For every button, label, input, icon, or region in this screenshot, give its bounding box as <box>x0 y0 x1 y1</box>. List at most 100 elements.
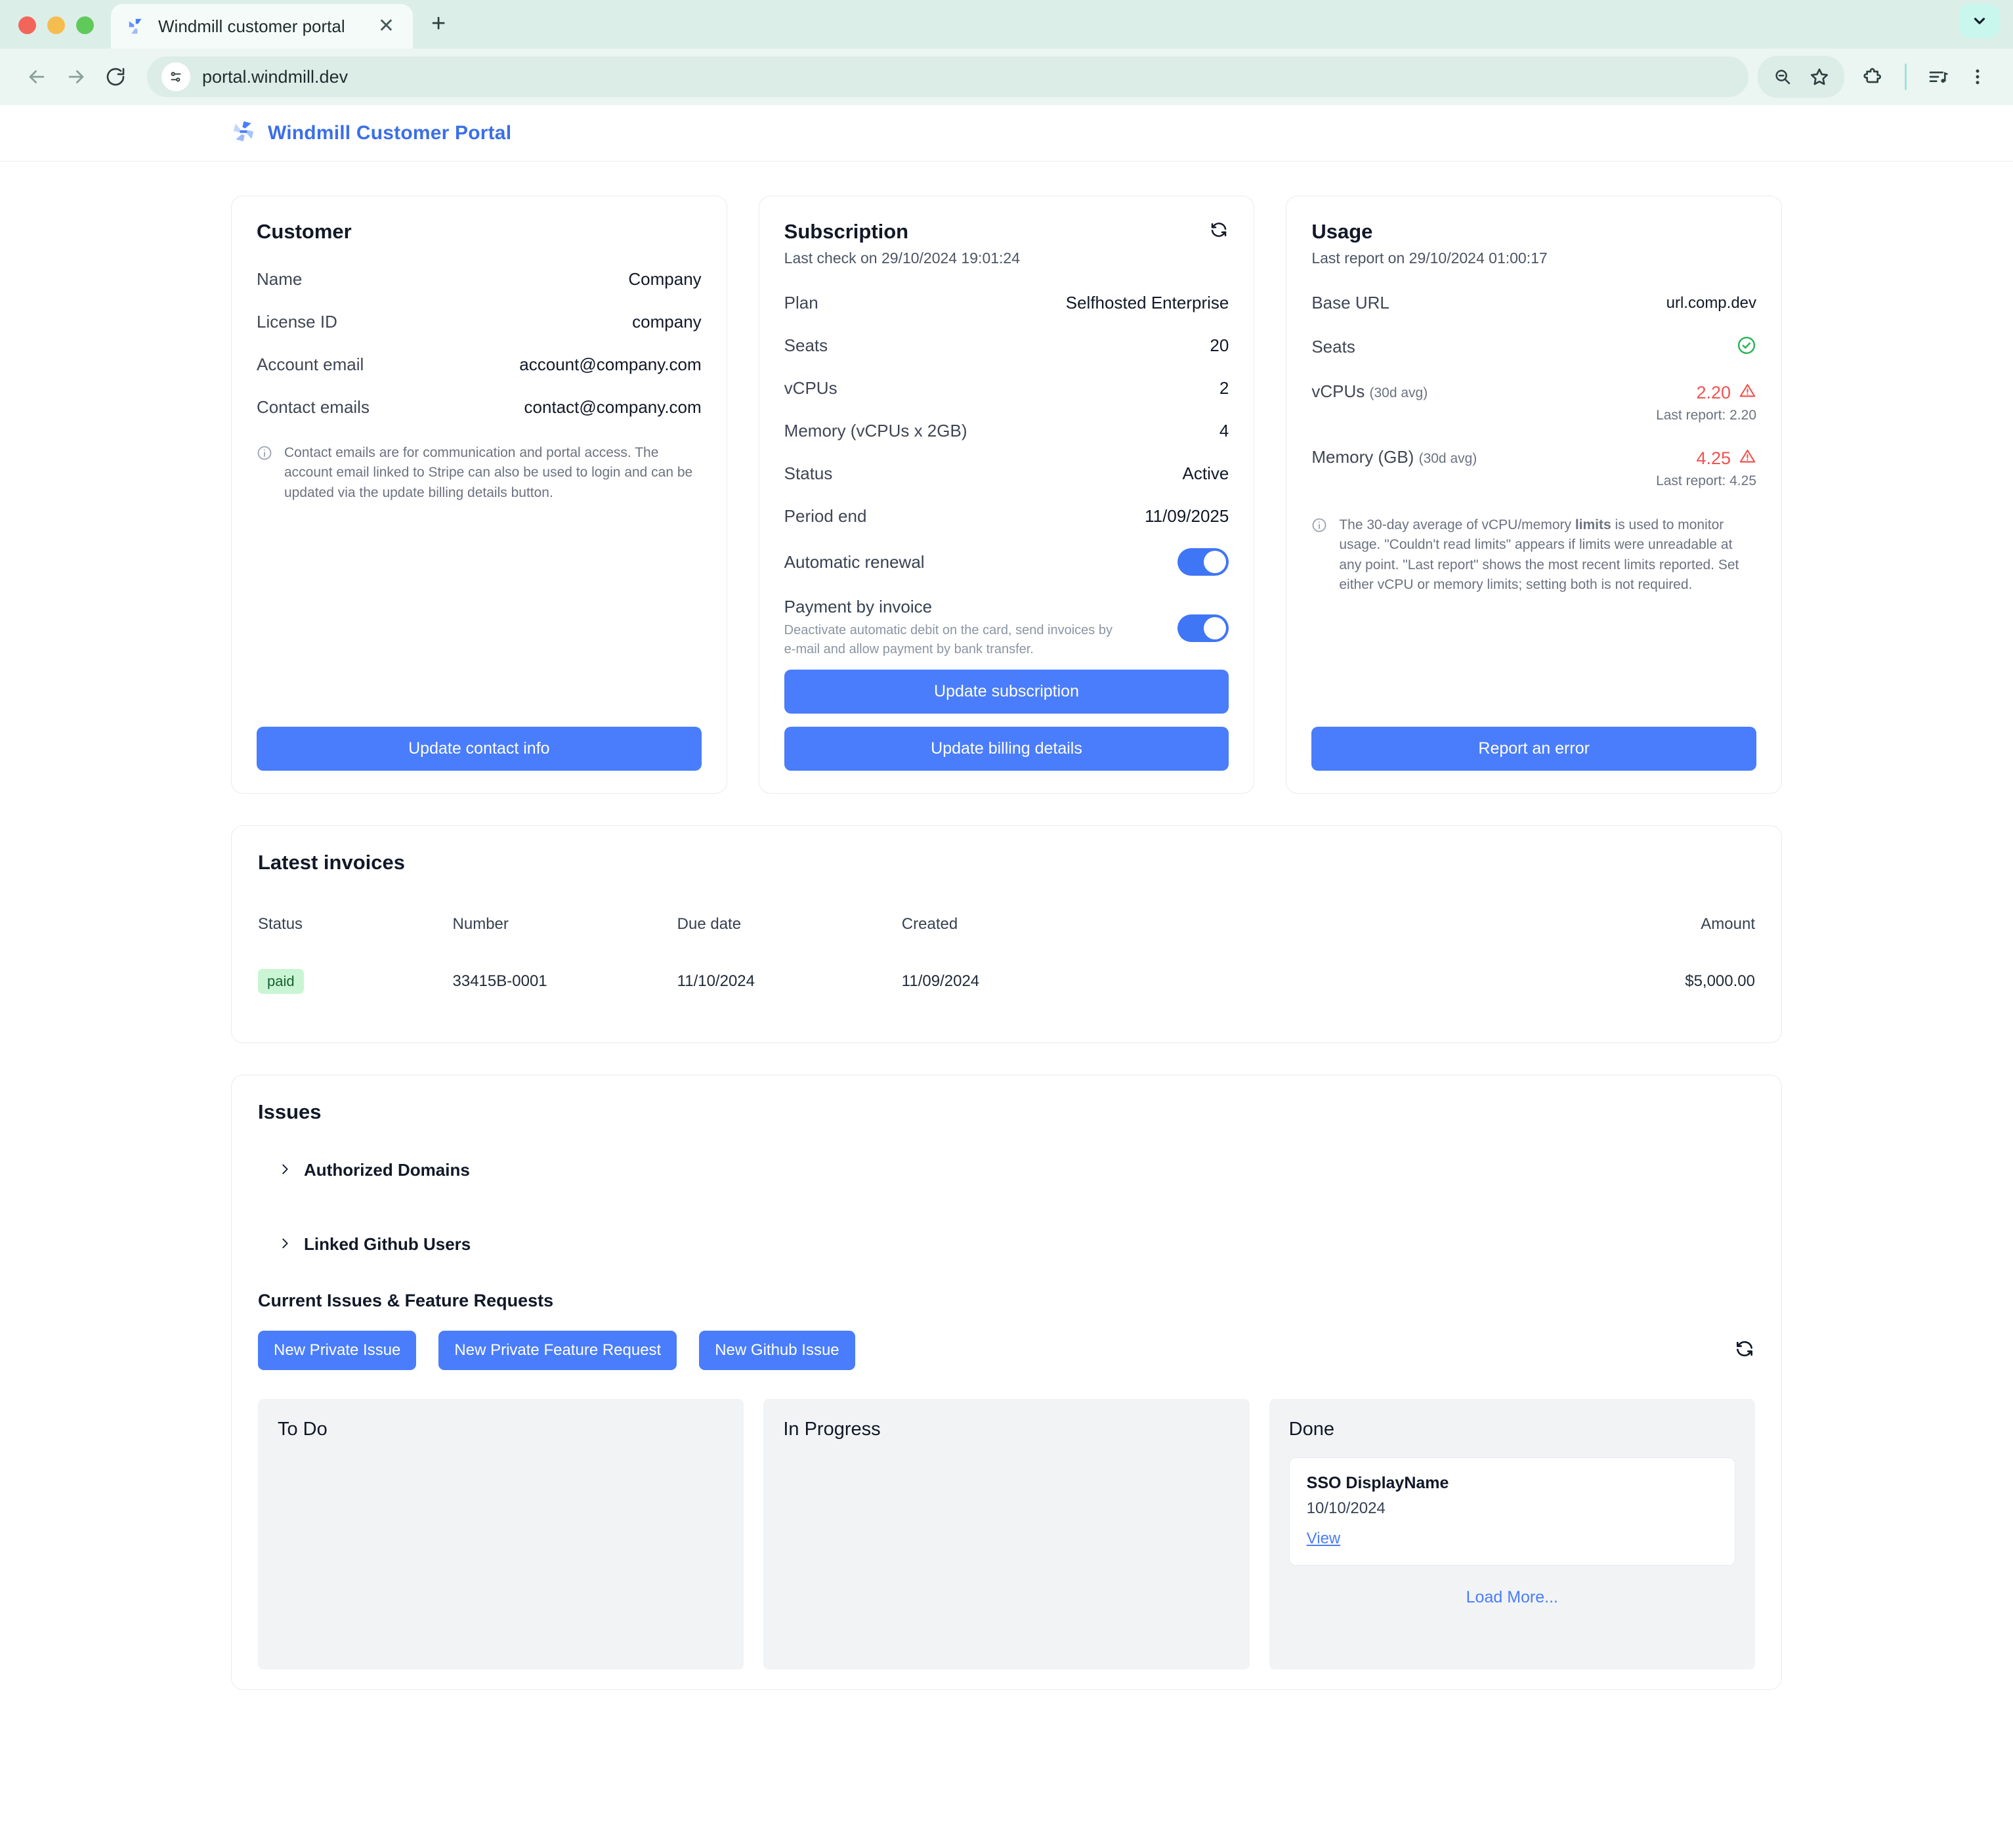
update-billing-details-button[interactable]: Update billing details <box>784 727 1229 771</box>
current-issues-title: Current Issues & Feature Requests <box>258 1291 554 1310</box>
kanban-column-todo-title: To Do <box>278 1419 328 1440</box>
zoom-out-icon[interactable] <box>1764 58 1801 95</box>
usage-vcpus-label-text: vCPUs <box>1311 381 1365 401</box>
customer-account-email-label: Account email <box>257 355 364 374</box>
usage-row-vcpus: vCPUs (30d avg) 2.20 Last report: 2.20 <box>1311 370 1756 435</box>
customer-note: Contact emails are for communication and… <box>257 443 702 503</box>
browser-chrome: Windmill customer portal ✕ + portal.wind… <box>0 0 2013 105</box>
new-github-issue-button[interactable]: New Github Issue <box>699 1331 855 1370</box>
main-content: Customer Name Company License ID company… <box>0 161 2013 1690</box>
back-arrow-icon[interactable] <box>17 57 56 97</box>
customer-row-account-email: Account email account@company.com <box>257 343 702 386</box>
invoices-col-number: Number <box>452 915 509 933</box>
customer-contact-emails-label: Contact emails <box>257 397 370 417</box>
update-contact-info-button[interactable]: Update contact info <box>257 727 702 771</box>
summary-cards-row: Customer Name Company License ID company… <box>231 196 1783 794</box>
reload-icon[interactable] <box>96 57 135 97</box>
browser-toolbar: portal.windmill.dev <box>0 49 2013 105</box>
chevron-right-icon <box>278 1162 292 1179</box>
toolbar-actions <box>1758 56 1996 98</box>
subscription-row-status: Status Active <box>784 452 1229 495</box>
usage-row-base-url: Base URL url.comp.dev <box>1311 282 1756 324</box>
customer-card-header: Customer <box>257 220 702 244</box>
close-window-button[interactable] <box>18 16 36 34</box>
issue-card-view-link[interactable]: View <box>1307 1530 1341 1548</box>
usage-memory-value-row: 4.25 <box>1656 447 1756 469</box>
windmill-logo-icon <box>231 119 256 147</box>
info-icon <box>1311 517 1328 595</box>
new-private-issue-button[interactable]: New Private Issue <box>258 1331 417 1370</box>
subscription-row-period-end: Period end 11/09/2025 <box>784 495 1229 538</box>
new-tab-button[interactable]: + <box>431 10 446 49</box>
usage-card: Usage Last report on 29/10/2024 01:00:17… <box>1286 196 1783 794</box>
customer-row-license: License ID company <box>257 301 702 343</box>
brand[interactable]: Windmill Customer Portal <box>231 119 511 147</box>
subscription-vcpus-value: 2 <box>1219 378 1229 398</box>
accordion-linked-github-users[interactable]: Linked Github Users <box>258 1216 1755 1272</box>
usage-memory-last-report: Last report: 4.25 <box>1656 473 1757 488</box>
payment-by-invoice-row: Payment by invoice Deactivate automatic … <box>784 586 1229 670</box>
page-body: Windmill Customer Portal Customer Name C… <box>0 105 2013 1690</box>
accordion-linked-github-users-label: Linked Github Users <box>304 1234 471 1254</box>
usage-vcpus-label: vCPUs (30d avg) <box>1311 381 1428 402</box>
issue-card-date: 10/10/2024 <box>1306 1499 1386 1517</box>
refresh-icon[interactable] <box>1734 1339 1755 1363</box>
usage-memory-values: 4.25 Last report: 4.25 <box>1656 447 1756 489</box>
star-icon[interactable] <box>1801 58 1838 95</box>
kanban-column-done: Done SSO DisplayName 10/10/2024 View Loa… <box>1269 1399 1755 1669</box>
site-header: Windmill Customer Portal <box>0 105 2013 161</box>
latest-invoices-title: Latest invoices <box>258 851 405 874</box>
extensions-puzzle-icon[interactable] <box>1855 58 1892 95</box>
load-more-link[interactable]: Load More... <box>1289 1588 1735 1607</box>
subscription-period-end-value: 11/09/2025 <box>1145 506 1229 526</box>
info-icon <box>257 445 274 503</box>
accordion-authorized-domains[interactable]: Authorized Domains <box>258 1142 1755 1198</box>
new-private-feature-request-button[interactable]: New Private Feature Request <box>438 1331 677 1370</box>
usage-memory-label-text: Memory (GB) <box>1311 447 1414 467</box>
chevron-down-icon[interactable] <box>1959 4 2000 38</box>
kebab-menu-icon[interactable] <box>1959 58 1996 95</box>
list-item[interactable]: SSO DisplayName 10/10/2024 View <box>1288 1457 1735 1566</box>
warning-triangle-icon <box>1739 381 1756 404</box>
customer-contact-emails-value: contact@company.com <box>524 397 702 417</box>
refresh-icon[interactable] <box>1209 220 1229 243</box>
browser-tab[interactable]: Windmill customer portal ✕ <box>111 4 413 49</box>
page-title: Windmill Customer Portal <box>268 121 512 144</box>
subscription-plan-label: Plan <box>784 293 818 312</box>
invoice-due-date-cell: 11/10/2024 <box>677 972 755 990</box>
kanban-column-in-progress: In Progress <box>763 1399 1250 1669</box>
media-list-icon[interactable] <box>1920 58 1957 95</box>
forward-arrow-icon[interactable] <box>56 57 96 97</box>
kanban-column-todo: To Do <box>258 1399 744 1669</box>
invoices-header-row: Status Number Due date Created Amount <box>258 915 1755 969</box>
payment-by-invoice-toggle[interactable] <box>1177 614 1229 642</box>
report-an-error-button[interactable]: Report an error <box>1311 727 1757 771</box>
window-controls[interactable] <box>18 16 94 49</box>
usage-memory-value: 4.25 <box>1696 448 1731 468</box>
issues-title: Issues <box>258 1100 322 1123</box>
customer-license-value: company <box>632 312 702 332</box>
usage-seats-label: Seats <box>1311 337 1355 356</box>
invoice-status-cell: paid <box>258 969 453 1018</box>
usage-last-report: Last report on 29/10/2024 01:00:17 <box>1311 249 1548 267</box>
invoices-col-amount: Amount <box>1701 915 1755 933</box>
customer-row-contact-emails: Contact emails contact@company.com <box>257 386 702 429</box>
subscription-row-memory: Memory (vCPUs x 2GB) 4 <box>784 410 1229 452</box>
automatic-renewal-toggle[interactable] <box>1177 548 1229 576</box>
customer-details-list: Name Company License ID company Account … <box>257 258 702 429</box>
minimize-window-button[interactable] <box>47 16 65 34</box>
automatic-renewal-row: Automatic renewal <box>784 538 1229 586</box>
usage-vcpus-suffix: (30d avg) <box>1369 385 1428 400</box>
subscription-vcpus-label: vCPUs <box>784 378 837 398</box>
site-settings-icon[interactable] <box>161 62 190 91</box>
close-tab-button[interactable]: ✕ <box>374 14 398 39</box>
address-bar[interactable]: portal.windmill.dev <box>147 56 1748 97</box>
maximize-window-button[interactable] <box>76 16 94 34</box>
usage-details-list: Base URL url.comp.dev Seats vCPUs (30d a… <box>1311 282 1756 501</box>
latest-invoices-panel: Latest invoices Status Number Due date C… <box>231 825 1782 1043</box>
customer-row-name: Name Company <box>257 258 702 301</box>
subscription-plan-value: Selfhosted Enterprise <box>1065 293 1229 312</box>
update-subscription-button[interactable]: Update subscription <box>784 670 1229 714</box>
subscription-card: Subscription Last check on 29/10/2024 19… <box>758 196 1255 794</box>
subscription-last-check: Last check on 29/10/2024 19:01:24 <box>784 249 1021 267</box>
